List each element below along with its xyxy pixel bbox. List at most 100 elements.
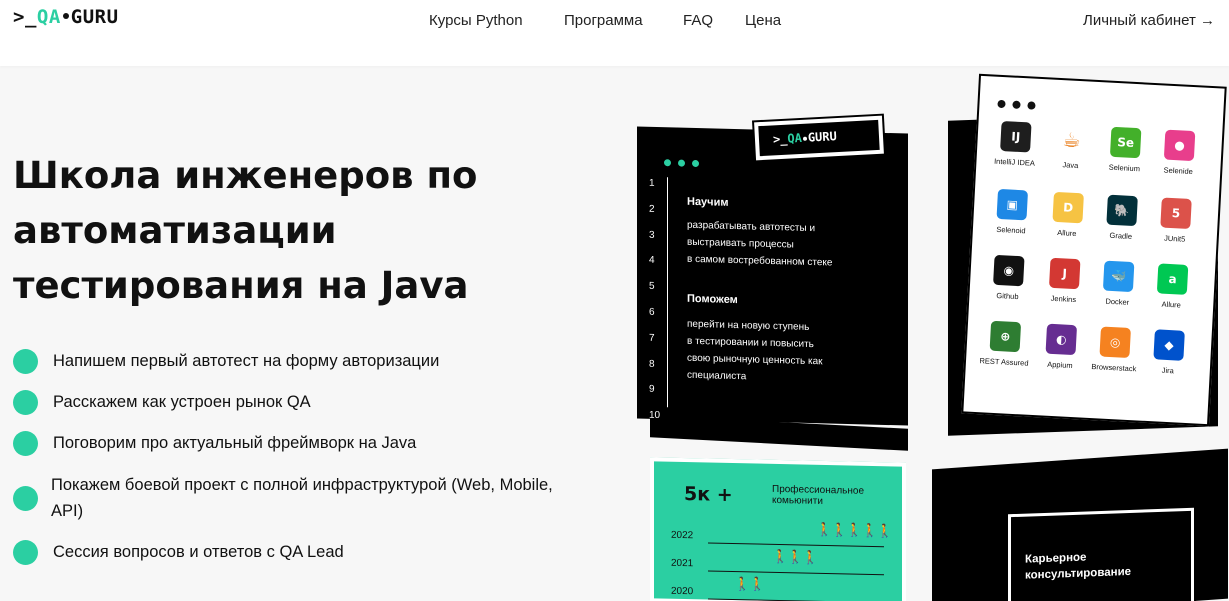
- bullet-dot-icon: [13, 430, 38, 456]
- logo-qa: QA: [36, 6, 61, 28]
- year-line: [708, 570, 884, 576]
- list-item-text: Покажем боевой проект с полной инфрастру…: [51, 476, 553, 520]
- list-item-text: Сессия вопросов и ответов с QA Lead: [53, 543, 344, 561]
- tools-grid: IJ IntelliJ IDEA ☕ Java Se Selenium ● Selenide ▣…: [979, 76, 1225, 375]
- year-label: 2020: [671, 585, 694, 598]
- tool-item: ◆ Jira: [1140, 329, 1198, 377]
- nav-program[interactable]: Программа: [564, 12, 643, 29]
- jenkins-icon: J: [1048, 257, 1081, 290]
- rest-assured-icon: ⊕: [989, 320, 1022, 353]
- site-header: >_QA GURU Курсы Python Программа FAQ Цена…: [0, 0, 1229, 66]
- github-icon: ◉: [993, 254, 1025, 287]
- appium-icon: ◐: [1045, 323, 1078, 356]
- tool-label: Java: [1062, 160, 1079, 171]
- tool-item: Se Selenium: [1096, 126, 1154, 174]
- allure-icon: D: [1052, 191, 1084, 224]
- people-icon: 🚶🚶: [734, 577, 765, 593]
- code-text-teach: разрабатывать автотесты и выстраивать пр…: [687, 217, 847, 272]
- selenium-icon: Se: [1109, 126, 1142, 159]
- community-count: 5к +: [684, 483, 733, 507]
- title-line: Школа инженеров по: [13, 154, 478, 197]
- code-text-help: перейти на новую ступень в тестировании …: [687, 316, 847, 388]
- tool-label: IntelliJ IDEA: [993, 156, 1036, 168]
- logo-qa: QA: [787, 130, 803, 146]
- nav-faq[interactable]: FAQ: [683, 12, 713, 29]
- page-title: Школа инженеров по автоматизации тестиро…: [13, 148, 573, 313]
- tool-item: a Allure: [1143, 263, 1201, 311]
- nav-python-courses[interactable]: Курсы Python: [429, 12, 523, 29]
- tool-item: J Jenkins: [1035, 257, 1093, 305]
- line-number: 10: [649, 409, 661, 422]
- jira-icon: ◆: [1153, 329, 1185, 361]
- year-label: 2022: [671, 529, 694, 542]
- site-logo[interactable]: >_QA GURU: [13, 6, 119, 28]
- line-number: 9: [649, 384, 655, 396]
- junit5-icon: 5: [1160, 197, 1192, 230]
- title-line: тестирования на Java: [13, 264, 469, 307]
- line-number: 8: [649, 358, 655, 370]
- tool-label: Gradle: [1109, 230, 1133, 241]
- tool-label: Allure: [1161, 299, 1182, 310]
- career-title: Карьерное консультирование: [1025, 548, 1131, 584]
- line-number: 5: [649, 280, 655, 293]
- tool-item: 5 JUnit5: [1147, 197, 1205, 245]
- selenide-icon: ●: [1163, 129, 1196, 162]
- tool-label: Github: [996, 290, 1019, 302]
- community-label: Профессиональное комьюнити: [772, 483, 865, 507]
- tool-item: ◎ Browserstack: [1086, 326, 1144, 374]
- tool-item: ⊕ REST Assured: [976, 320, 1034, 368]
- bullet-dot-icon: [13, 485, 38, 511]
- list-item: Покажем боевой проект с полной инфрастру…: [13, 472, 563, 524]
- list-item-text: Расскажем как устроен рынок QA: [53, 393, 311, 411]
- hero-section: Школа инженеров по автоматизации тестиро…: [0, 66, 1229, 601]
- tool-label: JUnit5: [1163, 233, 1186, 244]
- tools-card: IJ IntelliJ IDEA ☕ Java Se Selenium ● Selenide ▣…: [961, 73, 1227, 427]
- tool-label: Jira: [1161, 365, 1175, 376]
- tool-item: IJ IntelliJ IDEA: [986, 120, 1044, 168]
- tool-item: ▣ Selenoid: [983, 188, 1041, 236]
- list-item-text: Напишем первый автотест на форму авториз…: [53, 352, 440, 370]
- code-heading-help: Поможем: [687, 292, 738, 307]
- logo-guru: GURU: [807, 129, 838, 145]
- nav-price[interactable]: Цена: [745, 12, 781, 29]
- window-dots-icon: [997, 93, 1043, 114]
- logo-dot-icon: [802, 136, 808, 141]
- list-item-text: Поговорим про актуальный фреймворк на Ja…: [53, 434, 417, 452]
- gradle-icon: 🐘: [1106, 194, 1138, 227]
- tool-label: Selenoid: [996, 224, 1026, 236]
- career-card: Карьерное консультирование: [1008, 507, 1194, 601]
- account-link[interactable]: Личный кабинет →: [1083, 12, 1215, 29]
- tool-label: Selenide: [1163, 165, 1194, 177]
- browserstack-icon: ◎: [1099, 326, 1131, 359]
- java-icon: ☕: [1055, 123, 1088, 156]
- year-label: 2021: [671, 557, 694, 570]
- code-text-line: специалиста: [687, 369, 747, 383]
- tool-item: ◉ Github: [979, 254, 1037, 302]
- year-line: [708, 542, 884, 548]
- tool-label: Browserstack: [1091, 362, 1137, 374]
- list-item: Напишем первый автотест на форму авториз…: [13, 348, 439, 374]
- tool-item: D Allure: [1039, 191, 1097, 239]
- tool-label: Selenium: [1108, 162, 1141, 174]
- tool-item: ● Selenide: [1150, 129, 1208, 177]
- list-item: Расскажем как устроен рынок QA: [13, 389, 311, 415]
- line-number: 4: [649, 255, 655, 267]
- community-card: 5к + Профессиональное комьюнити 2022 🚶🚶🚶…: [650, 457, 906, 601]
- line-number: 2: [649, 203, 655, 215]
- line-numbers: 1 2 3 4 5 6 7 8 9 10: [649, 171, 660, 429]
- window-dots-icon: [664, 151, 706, 171]
- people-icon: 🚶🚶🚶: [772, 549, 818, 566]
- line-number: 7: [649, 332, 655, 344]
- logo-prefix: >_: [13, 6, 37, 28]
- line-number: 3: [649, 229, 655, 241]
- tool-item: ☕ Java: [1042, 123, 1100, 171]
- bullet-dot-icon: [13, 348, 38, 374]
- bullet-dot-icon: [13, 389, 38, 415]
- code-heading-teach: Научим: [687, 195, 729, 209]
- list-item: Поговорим про актуальный фреймворк на Ja…: [13, 430, 416, 456]
- code-text-line: в самом востребованном стеке: [687, 253, 833, 269]
- code-card-logo: >_QA GURU: [754, 115, 884, 161]
- code-divider: [667, 177, 668, 408]
- tool-label: Allure: [1057, 228, 1077, 239]
- allure-ring-icon: a: [1156, 263, 1189, 295]
